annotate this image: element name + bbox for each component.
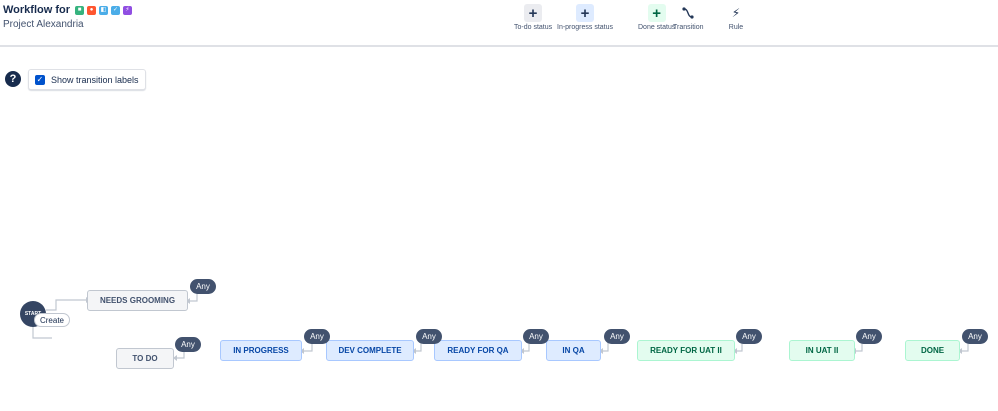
status-dev-complete[interactable]: DEV COMPLETE <box>326 340 414 361</box>
any-arrow-in-qa <box>603 343 609 352</box>
any-transition-done[interactable]: Any <box>962 329 988 344</box>
status-ready-for-qa[interactable]: READY FOR QA <box>434 340 522 361</box>
status-to-do[interactable]: TO DO <box>116 348 174 369</box>
status-in-progress[interactable]: IN PROGRESS <box>220 340 302 361</box>
any-transition-ready-for-qa[interactable]: Any <box>523 329 549 344</box>
any-transition-in-qa[interactable]: Any <box>604 329 630 344</box>
any-arrow-in-uat <box>856 343 863 352</box>
any-arrow-in-progress <box>304 343 313 352</box>
any-arrow-ready-for-uat <box>737 343 743 352</box>
any-transition-in-uat-ii[interactable]: Any <box>856 329 882 344</box>
any-transition-in-progress[interactable]: Any <box>304 329 330 344</box>
any-arrow-ready-for-qa <box>524 343 530 352</box>
any-arrow-done <box>962 343 969 352</box>
status-ready-for-uat-ii[interactable]: READY FOR UAT II <box>637 340 735 361</box>
any-arrow-dev-complete <box>416 343 422 352</box>
any-arrow-to-do <box>177 351 185 359</box>
any-transition-ready-for-uat-ii[interactable]: Any <box>736 329 762 344</box>
create-to-needs-grooming-line <box>46 299 86 311</box>
status-done[interactable]: DONE <box>905 340 960 361</box>
create-loop-line <box>32 327 52 339</box>
create-transition-label[interactable]: Create <box>34 313 70 327</box>
any-transition-to-do[interactable]: Any <box>175 337 201 352</box>
any-transition-needs-grooming[interactable]: Any <box>190 279 216 294</box>
status-in-qa[interactable]: IN QA <box>546 340 601 361</box>
status-in-uat-ii[interactable]: IN UAT II <box>789 340 855 361</box>
status-needs-grooming[interactable]: NEEDS GROOMING <box>87 290 188 311</box>
any-transition-dev-complete[interactable]: Any <box>416 329 442 344</box>
any-arrow-needs-grooming <box>190 293 198 302</box>
